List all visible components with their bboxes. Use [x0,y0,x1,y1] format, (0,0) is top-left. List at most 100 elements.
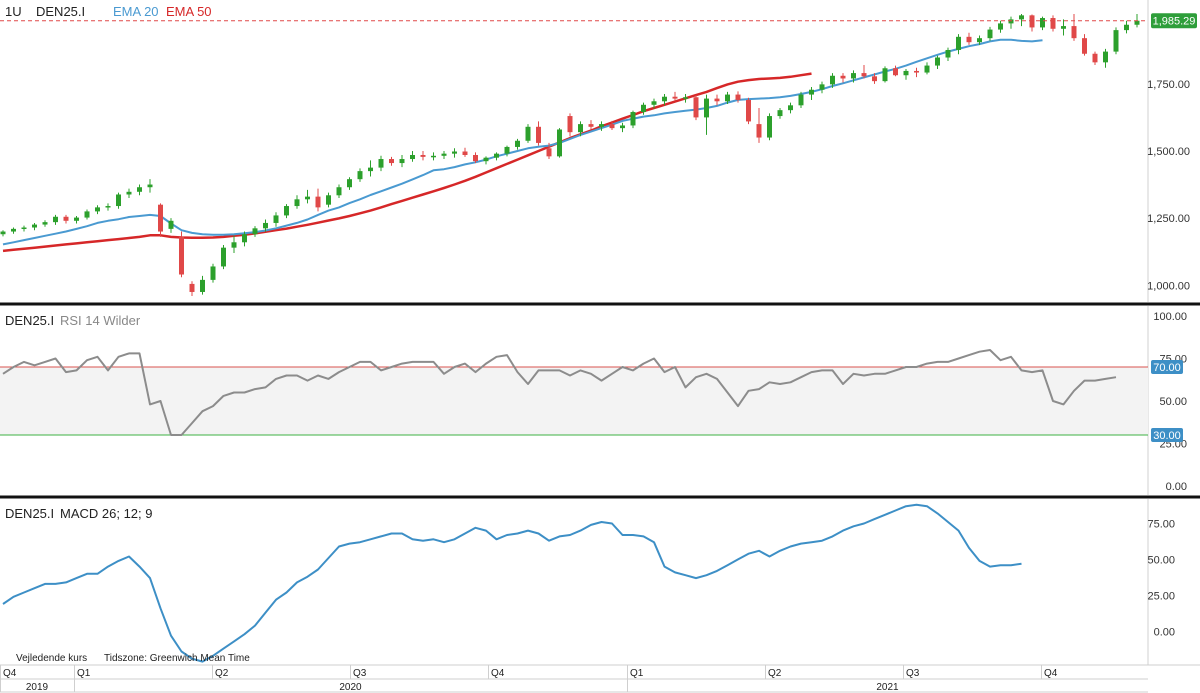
candle-body[interactable] [116,194,121,207]
candle-body[interactable] [777,110,783,117]
candle-body[interactable] [231,242,237,248]
candle-body[interactable] [1061,26,1066,29]
rsi-symbol-label[interactable]: DEN25.I [5,313,54,328]
candle-body[interactable] [53,216,58,223]
candle-body[interactable] [557,129,562,157]
candle-body[interactable] [273,215,279,223]
candle-body[interactable] [74,217,79,221]
candle-body[interactable] [924,65,930,73]
candle-body[interactable] [756,124,762,138]
candle-body[interactable] [483,157,489,162]
candle-body[interactable] [861,73,867,77]
candle-body[interactable] [357,171,363,180]
candle-body[interactable] [252,228,258,235]
candle-body[interactable] [998,23,1003,30]
ema20-legend-label[interactable]: EMA 20 [113,4,159,19]
candle-body[interactable] [693,97,699,118]
candle-body[interactable] [725,94,730,102]
candle-body[interactable] [378,159,384,168]
candle-body[interactable] [42,222,48,225]
symbol-label[interactable]: DEN25.I [36,4,85,19]
candle-body[interactable] [95,207,100,212]
candle-body[interactable] [1019,15,1024,20]
candle-body[interactable] [221,247,226,267]
interval-label[interactable]: 1U [5,4,22,19]
candle-body[interactable] [494,153,499,158]
candle-body[interactable] [893,68,898,76]
candle-body[interactable] [651,101,657,105]
candle-body[interactable] [84,211,90,218]
candle-body[interactable] [840,75,846,79]
ema50-legend-label[interactable]: EMA 50 [166,4,212,19]
candle-body[interactable] [137,187,142,192]
rsi-indicator-label[interactable]: RSI 14 Wilder [60,313,141,328]
candle-body[interactable] [168,220,174,229]
candle-body[interactable] [987,29,993,39]
candle-body[interactable] [977,38,982,43]
candle-body[interactable] [935,57,940,66]
candle-body[interactable] [179,236,184,275]
candle-body[interactable] [294,199,300,207]
candle-body[interactable] [431,155,436,158]
candle-body[interactable] [683,97,688,99]
candle-body[interactable] [809,89,814,95]
candle-body[interactable] [536,126,541,143]
candle-body[interactable] [578,124,583,133]
candle-body[interactable] [158,204,163,232]
candle-body[interactable] [126,191,132,195]
candle-body[interactable] [714,98,720,102]
candle-body[interactable] [525,126,531,141]
candle-body[interactable] [410,155,415,160]
candle-body[interactable] [641,104,646,113]
candle-body[interactable] [462,151,468,155]
candle-body[interactable] [798,94,804,106]
candle-body[interactable] [1092,53,1098,63]
candle-body[interactable] [662,96,667,102]
candle-body[interactable] [147,184,153,188]
candle-body[interactable] [1040,18,1045,28]
candle-body[interactable] [32,224,37,228]
candle-body[interactable] [452,151,457,154]
candle-body[interactable] [819,84,825,90]
candle-body[interactable] [609,124,615,129]
candle-body[interactable] [441,153,447,156]
candle-body[interactable] [567,116,573,133]
candle-body[interactable] [210,266,216,280]
candle-body[interactable] [326,195,331,205]
candle-body[interactable] [105,206,111,208]
candle-body[interactable] [872,76,877,82]
candle-body[interactable] [263,222,268,229]
candle-body[interactable] [347,179,352,188]
candle-body[interactable] [966,36,972,43]
candle-body[interactable] [767,116,772,138]
candle-body[interactable] [1134,20,1140,25]
candle-body[interactable] [1008,19,1014,24]
candle-body[interactable] [420,155,426,157]
macd-symbol-label[interactable]: DEN25.I [5,506,54,521]
candle-body[interactable] [1071,26,1077,39]
candle-body[interactable] [914,70,919,73]
candle-body[interactable] [672,96,678,99]
candle-body[interactable] [336,187,342,196]
candle-body[interactable] [1029,15,1035,28]
candle-body[interactable] [189,283,195,292]
candle-body[interactable] [1050,18,1056,29]
candle-body[interactable] [242,234,247,243]
candle-body[interactable] [704,98,709,118]
candle-body[interactable] [0,231,6,235]
candle-body[interactable] [21,227,27,230]
candle-body[interactable] [746,99,751,122]
candle-body[interactable] [588,124,594,127]
candle-body[interactable] [630,112,636,126]
time-axis[interactable]: Q4 Q1 Q2 Q3 Q4 Q1 Q2 Q3 Q4 2019 2020 2021 [0,664,1200,693]
candle-body[interactable] [200,279,205,292]
candle-body[interactable] [735,94,741,100]
candle-body[interactable] [399,159,405,164]
candle-body[interactable] [956,36,961,50]
candle-body[interactable] [1103,51,1108,63]
candle-body[interactable] [473,155,478,162]
candle-body[interactable] [504,146,510,154]
candle-body[interactable] [882,68,888,82]
candle-body[interactable] [851,73,856,79]
candle-body[interactable] [830,75,835,85]
